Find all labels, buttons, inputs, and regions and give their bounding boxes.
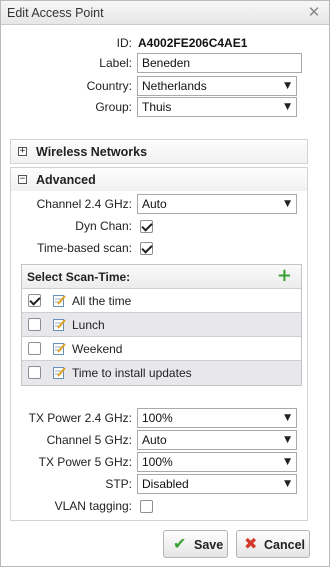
scan-item-label: All the time (72, 294, 132, 308)
chevron-down-icon: ▼ (284, 199, 291, 209)
cancel-button-label: Cancel (264, 538, 305, 552)
vlan-checkbox[interactable] (140, 500, 153, 513)
channel24-label: Channel 2.4 GHz: (36, 197, 132, 211)
channel5-label: Channel 5 GHz: (46, 433, 132, 447)
edit-icon[interactable] (53, 342, 66, 355)
label-input[interactable] (137, 53, 302, 73)
scan-time-title: Select Scan-Time: (27, 270, 131, 284)
cross-icon: ✖ (244, 534, 258, 553)
panel-wireless-title: Wireless Networks (36, 145, 148, 159)
save-button[interactable]: ✔ Save (163, 530, 228, 558)
stp-label: STP: (105, 477, 132, 491)
panel-advanced[interactable]: − Advanced (10, 167, 308, 192)
scan-item-label: Time to install updates (72, 366, 192, 380)
chevron-down-icon: ▼ (284, 102, 291, 112)
country-select[interactable]: Netherlands ▼ (137, 76, 297, 96)
dialog-titlebar: Edit Access Point ✕ (1, 1, 329, 25)
txpower5-select[interactable]: 100% ▼ (137, 452, 297, 472)
chevron-down-icon: ▼ (284, 413, 291, 423)
txpower24-select[interactable]: 100% ▼ (137, 408, 297, 428)
timescan-checkbox[interactable] (140, 242, 153, 255)
chevron-down-icon: ▼ (284, 479, 291, 489)
chevron-down-icon: ▼ (284, 435, 291, 445)
channel24-value: Auto (142, 197, 167, 211)
group-select[interactable]: Thuis ▼ (137, 97, 297, 117)
channel24-select[interactable]: Auto ▼ (137, 194, 297, 214)
label-label: Label: (99, 56, 132, 70)
scan-time-item[interactable]: Weekend (22, 337, 301, 361)
cancel-button[interactable]: ✖ Cancel (236, 530, 310, 558)
scan-item-label: Lunch (72, 318, 105, 332)
chevron-down-icon: ▼ (284, 457, 291, 467)
edit-access-point-dialog: Edit Access Point ✕ ID: A4002FE206C4AE1 … (0, 0, 330, 567)
stp-select[interactable]: Disabled ▼ (137, 474, 297, 494)
vlan-label: VLAN tagging: (54, 499, 132, 513)
scan-item-checkbox[interactable] (28, 342, 41, 355)
txpower5-value: 100% (142, 455, 173, 469)
txpower24-value: 100% (142, 411, 173, 425)
country-select-value: Netherlands (142, 79, 207, 93)
group-label: Group: (95, 100, 132, 114)
close-icon[interactable]: ✕ (307, 4, 321, 20)
scan-time-item[interactable]: Time to install updates (22, 361, 301, 385)
chevron-down-icon: ▼ (284, 81, 291, 91)
edit-icon[interactable] (53, 366, 66, 379)
channel5-value: Auto (142, 433, 167, 447)
edit-icon[interactable] (53, 294, 66, 307)
id-value: A4002FE206C4AE1 (138, 36, 248, 50)
expand-icon[interactable]: + (18, 147, 27, 156)
scan-item-label: Weekend (72, 342, 123, 356)
scan-time-item[interactable]: All the time (22, 289, 301, 313)
group-select-value: Thuis (142, 100, 172, 114)
save-button-label: Save (194, 538, 224, 552)
dialog-title: Edit Access Point (7, 6, 104, 20)
edit-icon[interactable] (53, 318, 66, 331)
txpower24-label: TX Power 2.4 GHz: (28, 411, 132, 425)
scan-time-header: Select Scan-Time: + (22, 265, 301, 289)
channel5-select[interactable]: Auto ▼ (137, 430, 297, 450)
checkmark-icon: ✔ (173, 534, 187, 553)
txpower5-label: TX Power 5 GHz: (38, 455, 132, 469)
dynchan-label: Dyn Chan: (75, 219, 132, 233)
scan-time-list: Select Scan-Time: + All the time Lunch W… (21, 264, 302, 386)
scan-time-item[interactable]: Lunch (22, 313, 301, 337)
plus-icon[interactable]: + (277, 265, 292, 287)
collapse-icon[interactable]: − (18, 175, 27, 184)
scan-item-checkbox[interactable] (28, 318, 41, 331)
dynchan-checkbox[interactable] (140, 220, 153, 233)
scan-item-checkbox[interactable] (28, 366, 41, 379)
id-label: ID: (116, 36, 132, 50)
panel-advanced-title: Advanced (36, 173, 96, 187)
timescan-label: Time-based scan: (37, 241, 132, 255)
country-label: Country: (86, 79, 132, 93)
scan-item-checkbox[interactable] (28, 294, 41, 307)
stp-value: Disabled (142, 477, 189, 491)
panel-wireless-networks[interactable]: + Wireless Networks (10, 139, 308, 164)
